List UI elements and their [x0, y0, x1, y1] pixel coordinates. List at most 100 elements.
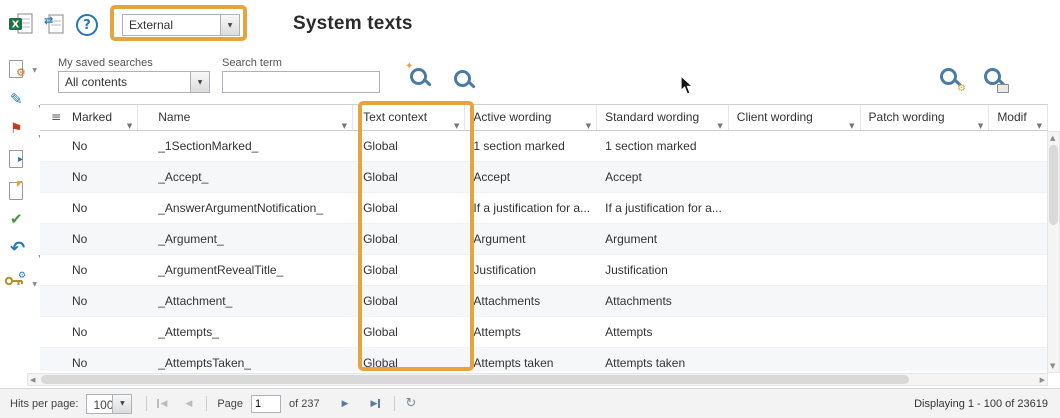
help-button[interactable]: ?: [76, 14, 98, 36]
table-row[interactable]: No_ArgumentRevealTitle_GlobalJustificati…: [40, 255, 1048, 286]
search-term-label: Search term: [222, 57, 282, 69]
scroll-up-icon[interactable]: ▲: [1050, 134, 1055, 142]
table-row[interactable]: No_1SectionMarked_Global1 section marked…: [40, 131, 1048, 162]
gear-icon: ⚙: [957, 84, 966, 94]
table-row[interactable]: No_AttemptsTaken_GlobalAttempts takenAtt…: [40, 348, 1048, 371]
sparkle-icon: ✦: [405, 62, 413, 72]
pencil-icon: ✎: [10, 90, 23, 108]
copy-document-button[interactable]: ▸: [4, 148, 38, 172]
horizontal-scroll-thumb[interactable]: [41, 375, 909, 384]
column-filter-arrow-icon[interactable]: ▼: [717, 114, 722, 130]
divider: [146, 396, 147, 411]
undo-button[interactable]: ↶ ▼: [4, 238, 44, 262]
column-header-patch[interactable]: Patch wording▼: [861, 105, 990, 130]
cell-active: Attachments: [465, 286, 597, 316]
pagination-bar: Hits per page: 100 ▼ ◀ ◀ Page of 237 ▶ ▶…: [0, 388, 1060, 418]
column-filter-arrow-icon[interactable]: ▼: [127, 114, 132, 130]
cell-marked: No: [40, 131, 138, 161]
divider: [394, 396, 395, 411]
search-print-button[interactable]: [982, 66, 1008, 92]
cell-standard: Attempts: [597, 317, 729, 347]
table-row[interactable]: No_Attachment_GlobalAttachmentsAttachmen…: [40, 286, 1048, 317]
excel-export-button[interactable]: X: [8, 12, 35, 41]
cell-name: _ArgumentRevealTitle_: [138, 255, 353, 285]
svg-text:⇄: ⇄: [44, 14, 53, 27]
column-filter-arrow-icon[interactable]: ▼: [1037, 114, 1042, 130]
next-page-button[interactable]: ▶: [342, 399, 349, 409]
chevron-down-icon[interactable]: ▼: [112, 395, 131, 413]
previous-page-button[interactable]: ◀: [185, 399, 192, 409]
column-header-context[interactable]: Text context▼: [353, 105, 465, 130]
column-header-client[interactable]: Client wording▼: [729, 105, 861, 130]
table-row[interactable]: No_AnswerArgumentNotification_GlobalIf a…: [40, 193, 1048, 224]
cell-context: Global: [353, 193, 465, 223]
table-body: No_1SectionMarked_Global1 section marked…: [40, 131, 1048, 371]
cell-context: Global: [353, 131, 465, 161]
table-row[interactable]: No_Accept_GlobalAcceptAccept: [40, 162, 1048, 193]
first-page-button[interactable]: ◀: [157, 399, 167, 409]
cell-active: Attempts: [465, 317, 597, 347]
gear-icon: ⚙: [16, 67, 26, 78]
cell-modif: [989, 348, 1048, 371]
vertical-scrollbar[interactable]: ▲ ▼: [1047, 131, 1060, 373]
last-page-icon: ▶: [371, 399, 378, 409]
scroll-right-icon[interactable]: ▶: [1040, 376, 1045, 384]
flag-button[interactable]: ⚑ ▼: [4, 118, 44, 142]
column-filter-arrow-icon[interactable]: ▼: [978, 114, 983, 130]
confirm-button[interactable]: ✔: [4, 208, 44, 232]
cell-patch: [861, 317, 990, 347]
table-row[interactable]: No_Attempts_GlobalAttemptsAttempts: [40, 317, 1048, 348]
scroll-down-icon[interactable]: ▼: [1050, 362, 1055, 370]
cell-modif: [989, 317, 1048, 347]
chevron-down-icon[interactable]: ▼: [190, 72, 209, 92]
column-filter-arrow-icon[interactable]: ▼: [342, 114, 347, 130]
cell-active: Accept: [465, 162, 597, 192]
cell-context: Global: [353, 162, 465, 192]
new-document-button[interactable]: [4, 180, 38, 204]
cell-standard: 1 section marked: [597, 131, 729, 161]
flag-icon: ⚑: [10, 121, 23, 137]
last-page-button[interactable]: ▶: [371, 399, 381, 409]
settings-document-button[interactable]: ⚙ ▼: [4, 58, 38, 82]
saved-searches-dropdown[interactable]: All contents ▼: [58, 71, 210, 93]
run-search-button[interactable]: ✦: [408, 66, 434, 92]
column-header-modif[interactable]: Modif▼: [989, 105, 1048, 130]
printer-icon: [997, 84, 1009, 93]
column-filter-arrow-icon[interactable]: ▼: [849, 114, 854, 130]
horizontal-scrollbar[interactable]: ◀ ▶: [27, 373, 1048, 386]
search-settings-button[interactable]: ⚙: [938, 66, 964, 92]
excel-icon: X: [8, 12, 35, 36]
scroll-left-icon[interactable]: ◀: [30, 376, 35, 384]
cell-context: Global: [353, 348, 465, 371]
cell-patch: [861, 286, 990, 316]
search-term-input[interactable]: [222, 71, 380, 93]
cell-standard: Accept: [597, 162, 729, 192]
chevron-down-icon[interactable]: ▼: [220, 15, 239, 35]
cell-modif: [989, 255, 1048, 285]
cell-patch: [861, 193, 990, 223]
display-status: Displaying 1 - 100 of 23619: [914, 398, 1048, 410]
transfer-button[interactable]: ⇄: [42, 12, 66, 41]
refresh-button[interactable]: ↻: [405, 396, 416, 411]
column-header-active[interactable]: Active wording▼: [465, 105, 597, 130]
gear-icon: ⚙: [18, 272, 26, 281]
table-row[interactable]: No_Argument_GlobalArgumentArgument: [40, 224, 1048, 255]
column-filter-arrow-icon[interactable]: ▼: [586, 114, 591, 130]
chevron-down-icon: ▼: [32, 281, 37, 288]
edit-button[interactable]: ✎ ▼: [4, 88, 44, 112]
column-filter-arrow-icon[interactable]: ▼: [454, 114, 459, 130]
column-header-standard[interactable]: Standard wording▼: [597, 105, 729, 130]
column-header-marked[interactable]: ≡Marked▼: [40, 105, 138, 130]
permissions-button[interactable]: ⚙ ▼: [4, 272, 38, 296]
cell-client: [729, 193, 861, 223]
quick-search-button[interactable]: [452, 68, 478, 94]
cell-marked: No: [40, 255, 138, 285]
mouse-cursor: [680, 75, 695, 101]
cell-active: Justification: [465, 255, 597, 285]
view-selector-dropdown[interactable]: External ▼: [122, 14, 240, 36]
vertical-scroll-thumb[interactable]: [1049, 145, 1058, 225]
hits-per-page-dropdown[interactable]: 100 ▼: [86, 394, 132, 414]
column-header-name[interactable]: Name▼: [138, 105, 353, 130]
view-selector-value: External: [123, 15, 220, 35]
page-number-input[interactable]: [251, 395, 281, 413]
